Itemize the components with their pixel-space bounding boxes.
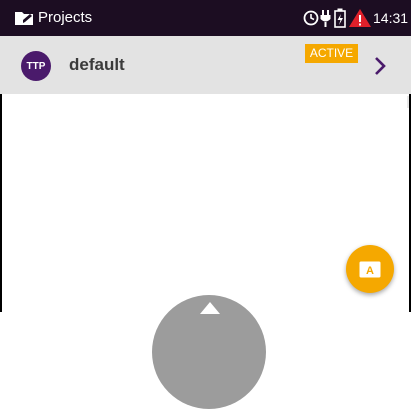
frame-border-left	[0, 94, 2, 312]
warning-icon	[349, 9, 371, 27]
app-title: Projects	[38, 9, 93, 26]
keyboard-fab-button[interactable]: A	[346, 245, 394, 293]
project-name: default	[69, 55, 125, 74]
fab-label: A	[366, 265, 374, 277]
projects-icon	[15, 12, 33, 25]
scrollbar[interactable]	[407, 96, 409, 108]
battery-charging-icon	[334, 8, 346, 28]
timer-icon	[303, 10, 319, 26]
status-time: 14:31	[373, 10, 409, 26]
project-row-default[interactable]: TTP default ACTIVE	[0, 36, 411, 94]
status-bar: Projects 14:31	[0, 0, 411, 36]
status-badge: ACTIVE	[305, 44, 358, 63]
power-plug-icon	[320, 10, 331, 27]
status-icons	[303, 8, 371, 28]
arrow-up-icon	[200, 302, 220, 314]
chevron-right-icon[interactable]	[372, 54, 388, 78]
keyboard-a-icon: A	[359, 261, 381, 277]
avatar: TTP	[21, 51, 51, 81]
